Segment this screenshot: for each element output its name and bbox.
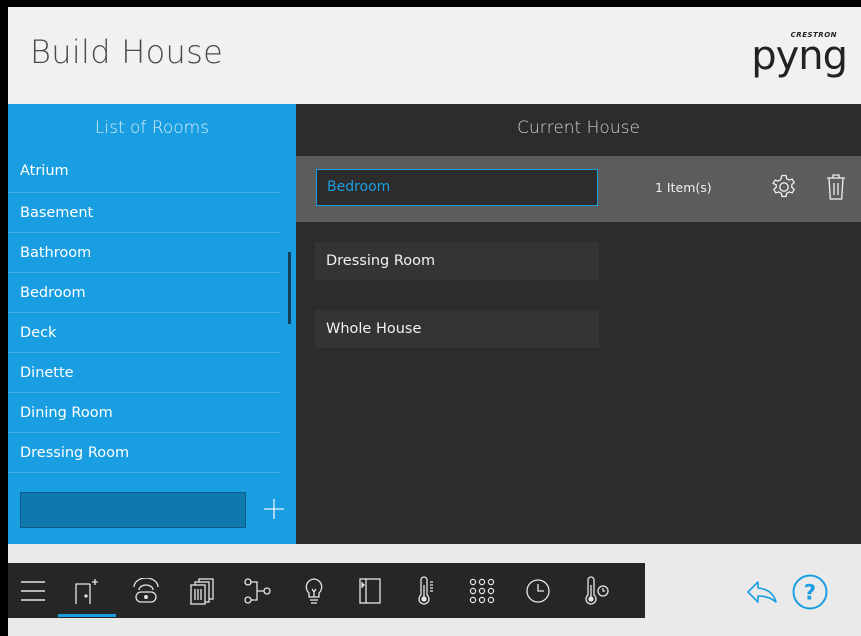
rooms-panel: List of Rooms Atrium Basement Bathroom B…	[8, 104, 296, 544]
room-item-dressing-room[interactable]: Dressing Room	[8, 433, 280, 473]
active-tool-indicator	[58, 614, 116, 617]
help-button[interactable]: ?	[791, 573, 829, 611]
plus-icon	[264, 499, 284, 519]
app-window: Build House CRESTRON pyng List of Rooms …	[8, 7, 861, 636]
gear-icon[interactable]	[771, 174, 797, 200]
house-panel: Current House Bedroom 1 Item(s) Dressing…	[296, 104, 861, 544]
room-item-dinette[interactable]: Dinette	[8, 353, 280, 393]
add-room-button[interactable]	[259, 494, 289, 524]
shades-icon[interactable]	[180, 563, 224, 618]
sensor-icon[interactable]	[572, 563, 622, 618]
selected-item-count: 1 Item(s)	[655, 180, 712, 195]
rooms-panel-title: List of Rooms	[94, 118, 210, 138]
toolbar	[8, 563, 645, 618]
rooms-scrollbar[interactable]	[288, 252, 291, 324]
logo-brand-main: pyng	[751, 33, 848, 79]
room-add-row	[8, 492, 296, 544]
selected-room-name-input[interactable]: Bedroom	[316, 169, 598, 206]
room-item-bedroom[interactable]: Bedroom	[8, 273, 280, 313]
keypad-icon[interactable]	[460, 563, 504, 618]
house-panel-title: Current House	[517, 118, 640, 138]
house-item-dressing-room[interactable]: Dressing Room	[315, 242, 599, 280]
room-item-deck[interactable]: Deck	[8, 313, 280, 353]
clock-icon[interactable]	[516, 563, 560, 618]
menu-icon[interactable]	[16, 563, 50, 618]
back-arrow-icon	[747, 581, 777, 603]
crestron-pyng-logo: CRESTRON pyng	[751, 29, 851, 79]
room-item-dining-room[interactable]: Dining Room	[8, 393, 280, 433]
room-item-atrium[interactable]: Atrium	[8, 156, 280, 193]
thermometer-icon[interactable]	[404, 563, 448, 618]
header: Build House CRESTRON pyng	[8, 7, 861, 104]
help-icon: ?	[792, 574, 828, 610]
selected-house-row[interactable]: Bedroom 1 Item(s)	[296, 156, 861, 222]
room-item-basement[interactable]: Basement	[8, 193, 280, 233]
page-title: Build House	[30, 33, 224, 71]
trash-icon[interactable]	[825, 173, 847, 201]
back-button[interactable]	[746, 580, 778, 604]
remote-icon[interactable]	[124, 563, 168, 618]
light-bulb-icon[interactable]	[292, 563, 336, 618]
svg-text:?: ?	[804, 581, 816, 605]
rooms-list: Atrium Basement Bathroom Bedroom Deck Di…	[8, 156, 288, 473]
door-icon[interactable]	[348, 563, 392, 618]
sequence-icon[interactable]	[236, 563, 280, 618]
room-add-icon[interactable]	[62, 563, 112, 618]
new-room-input[interactable]	[20, 492, 246, 528]
room-item-bathroom[interactable]: Bathroom	[8, 233, 280, 273]
house-item-whole-house[interactable]: Whole House	[315, 310, 599, 348]
bottom-bar: ?	[8, 545, 861, 636]
